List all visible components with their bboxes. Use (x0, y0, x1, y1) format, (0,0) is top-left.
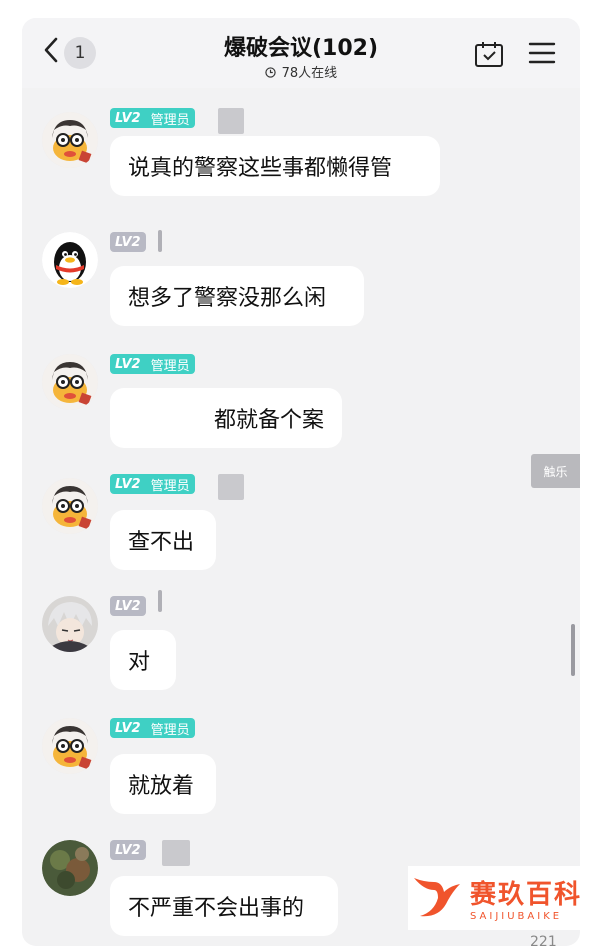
whale-tail-logo-icon (408, 868, 464, 928)
blurred-nickname (218, 474, 244, 500)
role-label: 管理员 (145, 718, 195, 738)
watermark-text: 赛玖百科 SAIJIUBAIKE (470, 874, 582, 922)
level-tag: LV2 管理员 (110, 718, 195, 738)
level-label: LV2 (110, 840, 146, 860)
avatar-anime[interactable] (42, 596, 98, 652)
level-label: LV2 (110, 596, 146, 616)
level-label: LV2 (110, 718, 146, 738)
avatar-cartoon[interactable] (42, 354, 98, 410)
blurred-nickname (158, 230, 162, 252)
level-tag: LV2 管理员 (110, 354, 195, 374)
avatar-cartoon[interactable] (42, 478, 98, 534)
level-label: LV2 (110, 354, 146, 374)
level-tag: LV2 (110, 596, 146, 616)
side-tab[interactable]: 触乐 (531, 454, 580, 488)
blurred-nickname (162, 840, 190, 866)
chat-window: 1 爆破会议(102) 78人在线 LV2 管理员 说真的警察这些事都懒得管 L… (22, 18, 580, 946)
calendar-check-icon[interactable] (474, 40, 504, 72)
level-label: LV2 (110, 474, 146, 494)
message-bubble[interactable]: 就放着 (110, 754, 216, 814)
avatar-penguin[interactable] (42, 232, 98, 288)
blurred-nickname (218, 108, 244, 134)
watermark-name-en: SAIJIUBAIKE (470, 911, 563, 922)
chat-header: 1 爆破会议(102) 78人在线 (22, 18, 580, 88)
role-label: 管理员 (145, 108, 195, 128)
level-tag: LV2 管理员 (110, 474, 195, 494)
blurred-nickname (158, 590, 162, 612)
level-tag: LV2 管理员 (110, 108, 195, 128)
page-number: 221 (530, 934, 557, 950)
watermark-name-cn: 赛玖百科 (470, 880, 583, 910)
message-bubble[interactable]: 对 (110, 630, 176, 690)
role-label: 管理员 (145, 354, 195, 374)
online-count: 78人在线 (281, 66, 338, 81)
level-label: LV2 (110, 232, 146, 252)
clock-icon (265, 66, 280, 80)
avatar-photo[interactable] (42, 840, 98, 896)
avatar-cartoon[interactable] (42, 112, 98, 168)
message-bubble[interactable]: 说真的警察这些事都懒得管 (110, 136, 440, 196)
message-bubble[interactable]: 想多了警察没那么闲 (110, 266, 364, 326)
hamburger-menu-icon[interactable] (528, 40, 556, 70)
level-label: LV2 (110, 108, 146, 128)
level-tag: LV2 (110, 232, 146, 252)
level-tag: LV2 (110, 840, 146, 860)
message-bubble[interactable]: 查不出 (110, 510, 216, 570)
message-bubble[interactable]: 不严重不会出事的 (110, 876, 338, 936)
scrollbar[interactable] (571, 624, 575, 676)
avatar-cartoon[interactable] (42, 718, 98, 774)
role-label: 管理员 (145, 474, 195, 494)
message-bubble[interactable]: 都就备个案 (110, 388, 342, 448)
watermark: 赛玖百科 SAIJIUBAIKE (408, 866, 600, 930)
